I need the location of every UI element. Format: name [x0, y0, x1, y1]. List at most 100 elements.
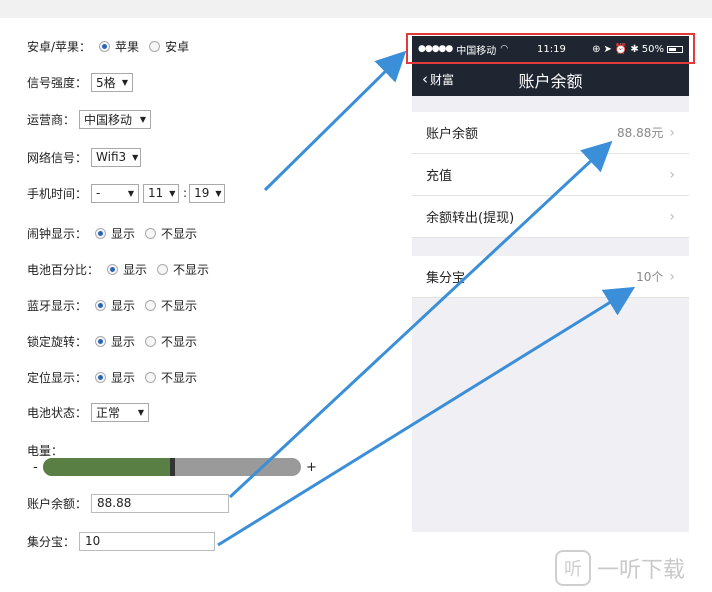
balance-row: 账户余额： 88.88: [27, 493, 230, 513]
time-label: 手机时间：: [27, 186, 88, 201]
carrier-row: 运营商： 中国移动 ▼: [27, 109, 153, 129]
network-select[interactable]: Wifi3 ▼: [91, 147, 142, 167]
chevron-right-icon: ›: [669, 166, 675, 183]
location-hide-radio[interactable]: [145, 371, 157, 383]
status-bar-highlight: [406, 33, 695, 64]
cell-recharge-label: 充值: [426, 169, 453, 184]
bluetooth-label: 蓝牙显示：: [27, 298, 88, 313]
power-thumb[interactable]: [170, 458, 175, 476]
bluetooth-show-label: 显示: [111, 298, 136, 313]
location-show-radio[interactable]: [95, 371, 107, 383]
battery-pct-label: 电池百分比：: [27, 262, 100, 277]
battery-pct-show-label: 显示: [123, 262, 148, 277]
bluetooth-hide-radio[interactable]: [145, 299, 157, 311]
battery-state-label: 电池状态：: [27, 405, 88, 420]
battery-pct-hide-radio[interactable]: [157, 263, 169, 275]
watermark-text: 一听下载: [597, 558, 686, 583]
alarm-hide-label: 不显示: [161, 226, 198, 241]
rotation-label: 锁定旋转：: [27, 334, 88, 349]
power-track[interactable]: [43, 458, 301, 476]
alarm-hide-radio[interactable]: [145, 227, 157, 239]
location-row: 定位显示： 显示 不显示: [27, 367, 203, 387]
points-row: 集分宝： 10: [27, 531, 216, 551]
cell-balance-label: 账户余额: [426, 127, 479, 142]
chevron-down-icon: ▼: [139, 114, 147, 124]
battery-state-row: 电池状态： 正常 ▼: [27, 402, 151, 422]
time-row: 手机时间： - ▼ 11 ▼ : 19 ▼: [27, 183, 227, 203]
signal-row: 信号强度： 5格 ▼: [27, 72, 135, 92]
location-show-label: 显示: [111, 370, 136, 385]
network-label: 网络信号：: [27, 150, 88, 165]
alarm-row: 闹钟显示： 显示 不显示: [27, 223, 203, 243]
battery-pct-row: 电池百分比： 显示 不显示: [27, 259, 215, 279]
balance-label: 账户余额：: [27, 496, 88, 511]
rotation-show-radio[interactable]: [95, 335, 107, 347]
watermark-logo-icon: 听: [555, 550, 591, 586]
top-band: [0, 0, 712, 18]
platform-android-label: 安卓: [165, 39, 190, 54]
battery-state-value: 正常: [96, 405, 121, 420]
power-label: 电量：: [27, 443, 64, 458]
rotation-show-label: 显示: [111, 334, 136, 349]
bluetooth-hide-label: 不显示: [161, 298, 198, 313]
power-row: 电量：: [27, 440, 67, 460]
hour-select[interactable]: 11 ▼: [143, 183, 180, 203]
chevron-right-icon: ›: [669, 268, 675, 285]
rotation-hide-radio[interactable]: [145, 335, 157, 347]
nav-bar: ‹ 财富 账户余额: [412, 62, 689, 96]
power-fill: [43, 458, 172, 476]
chevron-right-icon: ›: [669, 124, 675, 141]
hour-value: 11: [148, 186, 164, 200]
cell-balance-value: 88.88元: [617, 126, 664, 140]
signal-value: 5格: [96, 75, 116, 90]
power-minus[interactable]: -: [33, 460, 38, 475]
alarm-show-radio[interactable]: [95, 227, 107, 239]
alarm-show-label: 显示: [111, 226, 136, 241]
signal-label: 信号强度：: [27, 75, 88, 90]
network-row: 网络信号： Wifi3 ▼: [27, 147, 143, 167]
battery-pct-hide-label: 不显示: [173, 262, 210, 277]
rotation-row: 锁定旋转： 显示 不显示: [27, 331, 203, 351]
power-slider[interactable]: - +: [33, 458, 317, 476]
platform-apple-label: 苹果: [115, 39, 140, 54]
carrier-label: 运营商：: [27, 112, 76, 127]
cell-withdraw-label: 余额转出(提现): [426, 211, 515, 226]
alarm-label: 闹钟显示：: [27, 226, 88, 241]
ampm-select[interactable]: - ▼: [91, 183, 140, 203]
chevron-down-icon: ▼: [132, 152, 139, 162]
platform-android-radio[interactable]: [149, 40, 161, 52]
platform-row: 安卓/苹果： 苹果 安卓: [27, 36, 195, 56]
cell-withdraw[interactable]: 余额转出(提现) ›: [412, 196, 689, 238]
platform-apple-radio[interactable]: [99, 40, 111, 52]
cell-recharge[interactable]: 充值 ›: [412, 154, 689, 196]
cell-points[interactable]: 集分宝 10个 ›: [412, 256, 689, 298]
watermark: 听 一听下载: [555, 550, 685, 586]
bluetooth-show-radio[interactable]: [95, 299, 107, 311]
cell-balance[interactable]: 账户余额 88.88元 ›: [412, 112, 689, 154]
chevron-down-icon: ▼: [121, 77, 129, 87]
carrier-value: 中国移动: [84, 112, 133, 127]
points-input[interactable]: 10: [79, 531, 216, 551]
chevron-right-icon: ›: [669, 208, 675, 225]
time-colon: :: [183, 186, 188, 200]
balance-input[interactable]: 88.88: [91, 493, 230, 513]
phone-preview: ●●●●● 中国移动 ◠ 11:19 ⊕ ➤ ⏰ ✱ 50% ‹ 财富 账户余额 …: [412, 36, 689, 532]
minute-select[interactable]: 19 ▼: [189, 183, 226, 203]
points-label: 集分宝：: [27, 534, 76, 549]
carrier-select[interactable]: 中国移动 ▼: [79, 109, 152, 129]
rotation-hide-label: 不显示: [161, 334, 198, 349]
power-plus[interactable]: +: [306, 460, 317, 475]
chevron-down-icon: ▼: [137, 407, 145, 417]
ampm-value: -: [96, 186, 101, 200]
platform-label: 安卓/苹果：: [27, 39, 92, 54]
nav-title: 账户余额: [518, 72, 583, 91]
minute-value: 19: [194, 186, 210, 200]
location-label: 定位显示：: [27, 370, 88, 385]
cell-points-value: 10个: [636, 270, 664, 284]
battery-state-select[interactable]: 正常 ▼: [91, 402, 150, 422]
signal-select[interactable]: 5格 ▼: [91, 72, 134, 92]
cell-points-label: 集分宝: [426, 271, 466, 286]
chevron-down-icon: ▼: [169, 188, 176, 198]
bluetooth-row: 蓝牙显示： 显示 不显示: [27, 295, 203, 315]
battery-pct-show-radio[interactable]: [107, 263, 119, 275]
